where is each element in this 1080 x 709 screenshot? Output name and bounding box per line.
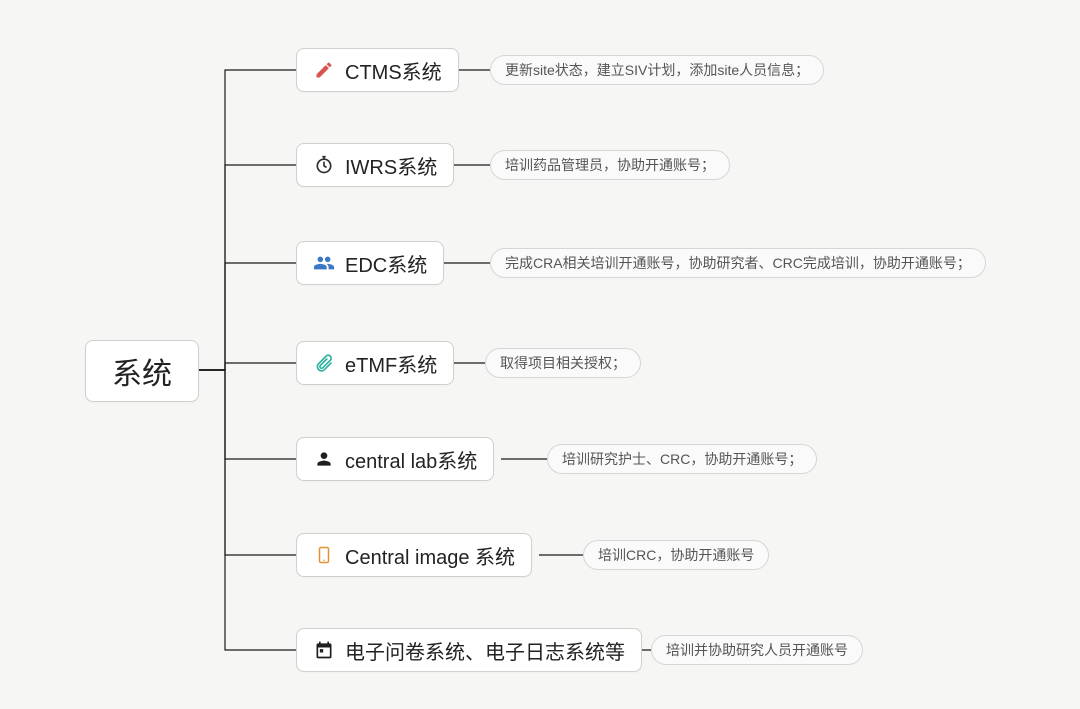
desc-questionnaire: 培训并协助研究人员开通账号 (651, 635, 863, 665)
node-etmf: eTMF系统 (296, 341, 454, 385)
mobile-icon (313, 544, 335, 566)
pencil-icon (313, 59, 335, 81)
stopwatch-icon (313, 154, 335, 176)
desc-questionnaire-text: 培训并协助研究人员开通账号 (666, 640, 848, 660)
desc-centrallab-text: 培训研究护士、CRC，协助开通账号； (562, 449, 802, 469)
node-edc-label: EDC系统 (345, 249, 427, 278)
node-questionnaire-label: 电子问卷系统、电子日志系统等 (345, 636, 625, 665)
root-label: 系统 (112, 349, 172, 393)
node-ctms: CTMS系统 (296, 48, 459, 92)
root-node: 系统 (85, 340, 199, 402)
desc-centralimage: 培训CRC，协助开通账号 (583, 540, 769, 570)
desc-centrallab: 培训研究护士、CRC，协助开通账号； (547, 444, 817, 474)
node-centralimage: Central image 系统 (296, 533, 532, 577)
desc-etmf-text: 取得项目相关授权； (500, 353, 626, 373)
desc-iwrs: 培训药品管理员，协助开通账号； (490, 150, 730, 180)
desc-iwrs-text: 培训药品管理员，协助开通账号； (505, 155, 715, 175)
desc-edc-text: 完成CRA相关培训开通账号，协助研究者、CRC完成培训，协助开通账号； (505, 253, 971, 273)
desc-edc: 完成CRA相关培训开通账号，协助研究者、CRC完成培训，协助开通账号； (490, 248, 986, 278)
node-centrallab-label: central lab系统 (345, 445, 477, 474)
desc-ctms-text: 更新site状态，建立SIV计划，添加site人员信息； (505, 60, 809, 80)
node-edc: EDC系统 (296, 241, 444, 285)
node-centralimage-label: Central image 系统 (345, 541, 515, 570)
desc-etmf: 取得项目相关授权； (485, 348, 641, 378)
paperclip-icon (313, 352, 335, 374)
desc-ctms: 更新site状态，建立SIV计划，添加site人员信息； (490, 55, 824, 85)
desc-centralimage-text: 培训CRC，协助开通账号 (598, 545, 754, 565)
node-etmf-label: eTMF系统 (345, 349, 437, 378)
users-icon (313, 252, 335, 274)
user-icon (313, 448, 335, 470)
calendar-icon (313, 639, 335, 661)
node-ctms-label: CTMS系统 (345, 56, 442, 85)
node-iwrs-label: IWRS系统 (345, 151, 437, 180)
node-questionnaire: 电子问卷系统、电子日志系统等 (296, 628, 642, 672)
node-centrallab: central lab系统 (296, 437, 494, 481)
node-iwrs: IWRS系统 (296, 143, 454, 187)
